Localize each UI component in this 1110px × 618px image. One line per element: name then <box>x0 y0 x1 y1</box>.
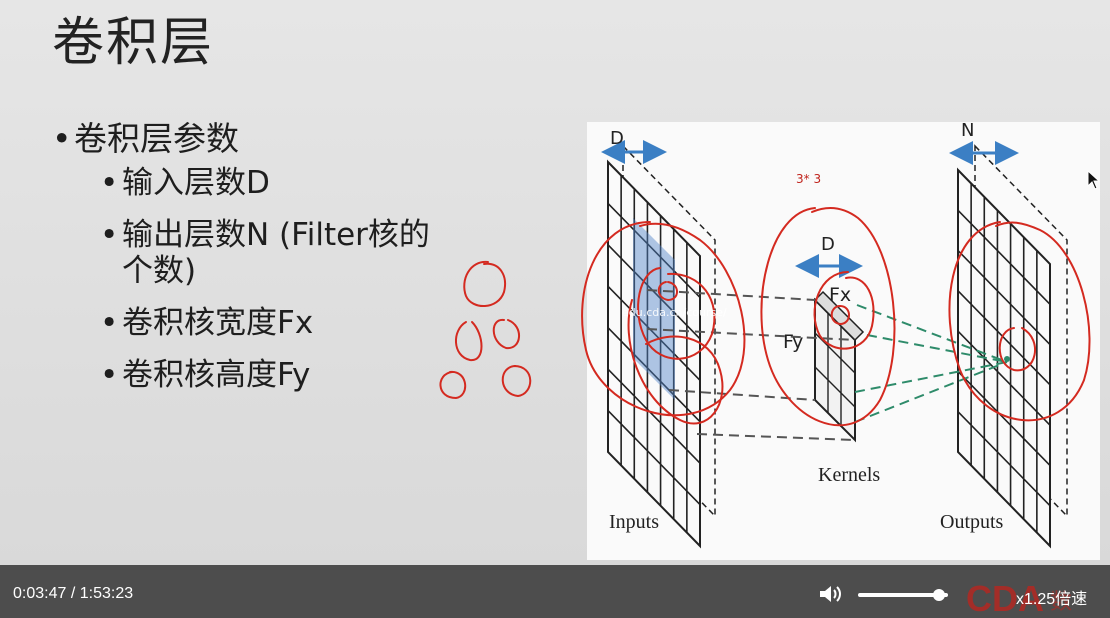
label-n-top: N <box>961 122 974 141</box>
time-separator: / <box>70 585 76 602</box>
cnn-diagram-figure: D N D Fx Fy Inputs Kernels Outputs <box>587 122 1100 560</box>
total-time: 1:53:23 <box>79 585 134 602</box>
label-d-kernel: D <box>821 234 835 255</box>
current-time: 0:03:47 <box>13 585 67 602</box>
label-fx: Fx <box>829 284 851 306</box>
caption-inputs: Inputs <box>609 511 659 533</box>
output-volume <box>957 144 1068 549</box>
sub-bullet-2-cont: 个数) <box>122 253 197 289</box>
sub-bullet-1: • 输入层数D <box>100 165 270 201</box>
watermark-text: edu.cda.cn/course/ <box>622 306 727 319</box>
input-volume <box>607 144 716 549</box>
bullet-dot-icon: • <box>52 119 72 158</box>
bullet-main: •卷积层参数 <box>52 119 239 158</box>
annotation-3x3: 3* 3 <box>796 172 822 186</box>
label-d-top: D <box>610 128 624 149</box>
playback-time: 0:03:47 / 1:53:23 <box>13 585 133 603</box>
sub-bullet-3: • 卷积核宽度Fx <box>100 305 314 341</box>
volume-slider-handle[interactable] <box>933 589 945 601</box>
sub-bullet-4: • 卷积核高度Fy <box>100 357 311 393</box>
playback-speed-button[interactable]: x1.25倍速 <box>1016 585 1087 609</box>
caption-outputs: Outputs <box>940 511 1004 533</box>
cnn-diagram: D N D Fx Fy Inputs Kernels Outputs <box>601 122 1068 549</box>
video-control-bar: 0:03:47 / 1:53:23 CDA 数 x1.25倍速 <box>0 565 1110 618</box>
bullet-dot-icon: • <box>100 165 119 201</box>
bullet-dot-icon: • <box>100 357 119 393</box>
volume-icon[interactable] <box>818 584 842 604</box>
slide-canvas: 卷积层 •卷积层参数 • 输入层数D • 输出层数N (Filter核的 个数) •… <box>0 0 1110 565</box>
kernel-volume <box>813 290 865 443</box>
label-fy: Fy <box>783 331 803 353</box>
caption-kernels: Kernels <box>818 464 880 486</box>
sub-bullet-2: • 输出层数N (Filter核的 <box>100 217 430 253</box>
mouse-cursor-icon <box>1087 170 1101 190</box>
bullet-dot-icon: • <box>100 217 119 253</box>
slide-title: 卷积层 <box>52 13 215 73</box>
bullet-dot-icon: • <box>100 305 119 341</box>
